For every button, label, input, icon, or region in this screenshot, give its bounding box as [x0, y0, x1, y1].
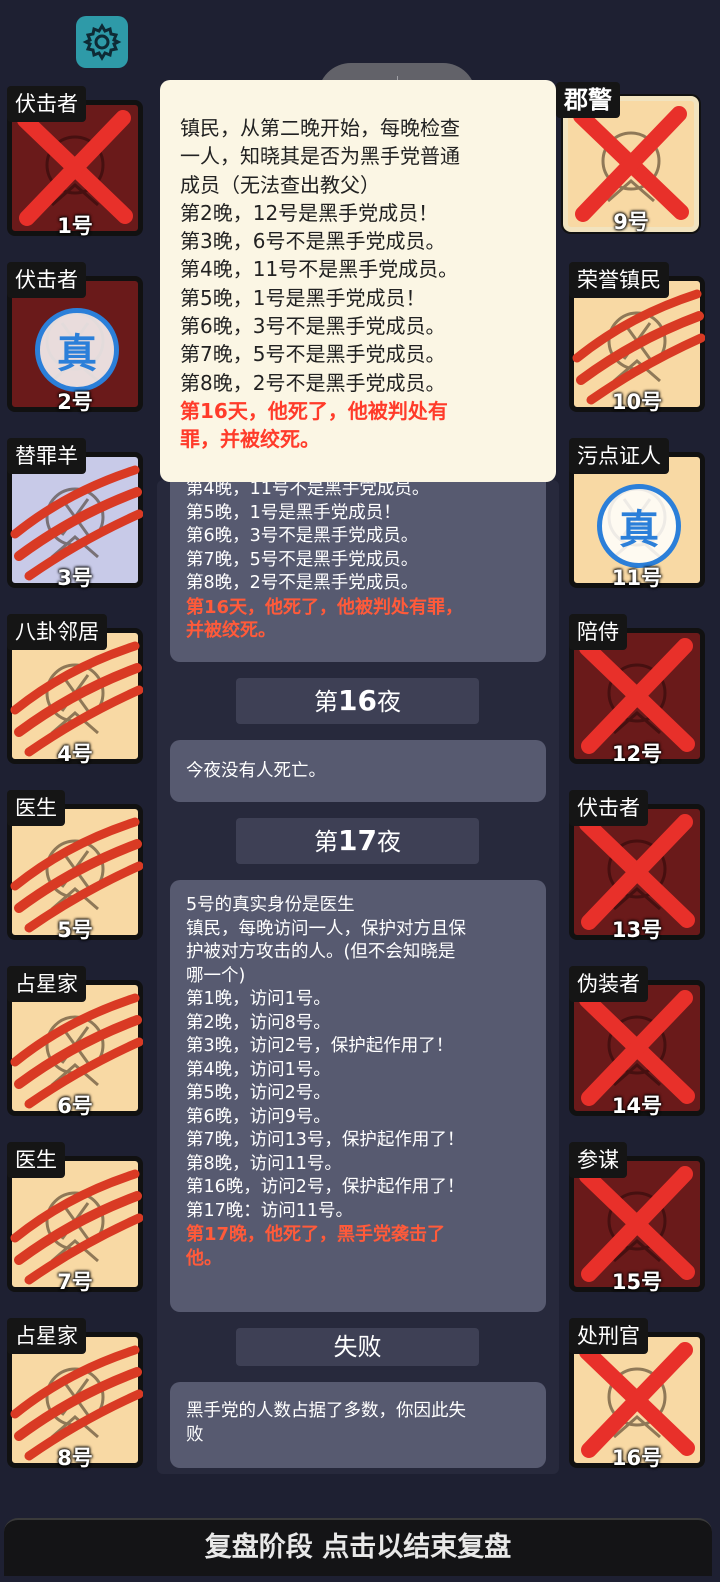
player-card-1[interactable]: 伏击者 1号 — [0, 86, 150, 242]
log-line: 第7晚，5号不是黑手党成员。 — [180, 342, 446, 367]
log-line: 黑手党的人数占据了多数，你因此失 — [186, 1401, 466, 1421]
end-review-button[interactable]: 复盘阶段 点击以结束复盘 — [4, 1518, 712, 1576]
death-note: 并被绞死。 — [186, 620, 276, 641]
log-line: 第2晚，12号是黑手党成员！ — [180, 200, 439, 225]
log-line: 第7晚，5号不是黑手党成员。 — [186, 549, 419, 570]
player-number: 1号 — [57, 214, 93, 238]
log-line: 镇民，从第二晚开始，每晚检查 — [180, 116, 460, 140]
log-line: 第5晚，访问2号。 — [186, 1083, 331, 1103]
player-card-12[interactable]: 陪侍 12号 — [562, 614, 712, 770]
verified-stamp-icon: 真 — [597, 484, 681, 568]
player-card-6[interactable]: 占星家 6号 — [0, 966, 150, 1122]
player-card-14[interactable]: 伪装者 14号 — [562, 966, 712, 1122]
log-line: 护被对方攻击的人。(但不会知晓是 — [186, 942, 456, 962]
player-number: 10号 — [611, 390, 663, 414]
log-line: 第7晚，访问13号，保护起作用了！ — [186, 1130, 465, 1150]
night16-text: 今夜没有人死亡。 — [186, 761, 326, 781]
log-line: 第6晚，3号不是黑手党成员。 — [186, 526, 419, 546]
log-line: 5号的真实身份是医生 — [186, 895, 355, 915]
role-label: 陪侍 — [569, 614, 627, 650]
log-line: 镇民，每晚访问一人，保护对方且保 — [186, 918, 466, 939]
gear-icon — [82, 23, 122, 61]
role-label: 伪装者 — [569, 966, 648, 1002]
player-card-4[interactable]: 八卦邻居 4号 — [0, 614, 150, 770]
death-note: 第16天，他死了，他被判处有 — [180, 398, 448, 423]
player-number: 12号 — [611, 742, 663, 766]
death-note: 第17晚，他死了，黑手党袭击了 — [186, 1224, 446, 1245]
log-line: 哪一个) — [186, 965, 246, 986]
end-review-label: 复盘阶段 点击以结束复盘 — [204, 1532, 512, 1563]
log-message-fail: 黑手党的人数占据了多数，你因此失败 — [170, 1382, 546, 1468]
log-line: 败 — [186, 1424, 204, 1445]
log-line: 第16晚，访问2号，保护起作用了！ — [186, 1177, 465, 1197]
role-label: 占星家 — [7, 966, 86, 1002]
log-line: 第3晚，访问2号，保护起作用了！ — [186, 1036, 454, 1056]
role-label: 荣誉镇民 — [569, 262, 669, 298]
log-message-sheriff: 第4晚，11号不是黑手党成员。 第5晚，1号是黑手党成员！ 第6晚，3号不是黑手党成… — [170, 470, 546, 662]
player-number: 2号 — [57, 390, 93, 414]
log-message-night16: 今夜没有人死亡。 — [170, 740, 546, 802]
role-label: 医生 — [7, 790, 65, 826]
log-line: 第4晚，11号不是黑手党成员。 — [180, 257, 459, 282]
player-card-11[interactable]: 污点证人真 11号 — [562, 438, 712, 594]
player-card-8[interactable]: 占星家 8号 — [0, 1318, 150, 1474]
player-number: 3号 — [57, 566, 93, 590]
log-message-night17: 5号的真实身份是医生镇民，每晚访问一人，保护对方且保 护被对方攻击的人。(但不会知… — [170, 880, 546, 1312]
player-number: 11号 — [611, 566, 663, 590]
death-note: 他。 — [186, 1247, 222, 1269]
log-line: 第8晚，访问11号。 — [186, 1153, 342, 1174]
player-number: 14号 — [611, 1094, 663, 1118]
player-card-15[interactable]: 参谋 15号 — [562, 1142, 712, 1298]
player-number: 5号 — [57, 918, 93, 942]
role-label: 伏击者 — [7, 86, 86, 122]
night-17-header: 第17夜 — [236, 818, 479, 864]
log-line: 第4晚，访问1号。 — [186, 1059, 331, 1080]
player-number: 13号 — [611, 918, 663, 942]
log-line: 成员（无法查出教父） — [180, 172, 380, 197]
death-note: 第16天，他死了，他被判处有罪， — [186, 596, 464, 618]
role-label: 郡警 — [556, 82, 620, 118]
log-line: 第5晚，1号是黑手党成员！ — [186, 502, 401, 523]
role-label: 伏击者 — [569, 790, 648, 826]
role-label: 八卦邻居 — [7, 614, 107, 650]
player-number: 8号 — [57, 1446, 93, 1470]
role-label: 参谋 — [569, 1142, 627, 1178]
log-line: 第5晚，1号是黑手党成员！ — [180, 285, 426, 310]
verified-stamp-icon: 真 — [35, 308, 119, 392]
player-number: 9号 — [613, 210, 649, 234]
player-number: 15号 — [611, 1270, 663, 1294]
fail-header: 失败 — [236, 1328, 479, 1366]
role-detail-popup[interactable]: 镇民，从第二晚开始，每晚检查 一人，知晓其是否为黑手党普通 成员（无法查出教父） 第2… — [160, 80, 556, 482]
log-line: 第6晚，访问9号。 — [186, 1106, 331, 1127]
log-line: 第8晚，2号不是黑手党成员。 — [180, 370, 446, 395]
log-line: 第8晚，2号不是黑手党成员。 — [186, 573, 419, 593]
player-card-5[interactable]: 医生 5号 — [0, 790, 150, 946]
player-card-13[interactable]: 伏击者 13号 — [562, 790, 712, 946]
player-number: 6号 — [57, 1094, 93, 1118]
role-label: 伏击者 — [7, 262, 86, 298]
player-card-3[interactable]: 替罪羊 3号 — [0, 438, 150, 594]
log-line: 第17晚：访问11号。 — [186, 1200, 354, 1221]
player-number: 16号 — [611, 1446, 663, 1470]
player-card-2[interactable]: 伏击者真 2号 — [0, 262, 150, 418]
role-label: 污点证人 — [569, 438, 669, 474]
death-note: 罪，并被绞死。 — [180, 427, 320, 452]
role-label: 占星家 — [7, 1318, 86, 1354]
player-card-7[interactable]: 医生 7号 — [0, 1142, 150, 1298]
player-card-10[interactable]: 荣誉镇民 10号 — [562, 262, 712, 418]
settings-button[interactable] — [76, 16, 128, 68]
log-line: 一人，知晓其是否为黑手党普通 — [180, 144, 460, 169]
log-line: 第3晚，6号不是黑手党成员。 — [180, 229, 446, 254]
log-line: 第2晚，访问8号。 — [186, 1012, 331, 1033]
role-label: 替罪羊 — [7, 438, 86, 474]
role-label: 处刑官 — [569, 1318, 648, 1354]
player-card-16[interactable]: 处刑官 16号 — [562, 1318, 712, 1474]
night-16-header: 第16夜 — [236, 678, 479, 724]
player-card-9[interactable]: 郡警 9号 — [556, 82, 706, 238]
player-number: 7号 — [57, 1270, 93, 1294]
role-label: 医生 — [7, 1142, 65, 1178]
log-line: 第1晚，访问1号。 — [186, 989, 331, 1009]
log-line: 第6晚，3号不是黑手党成员。 — [180, 314, 446, 339]
player-number: 4号 — [57, 742, 93, 766]
